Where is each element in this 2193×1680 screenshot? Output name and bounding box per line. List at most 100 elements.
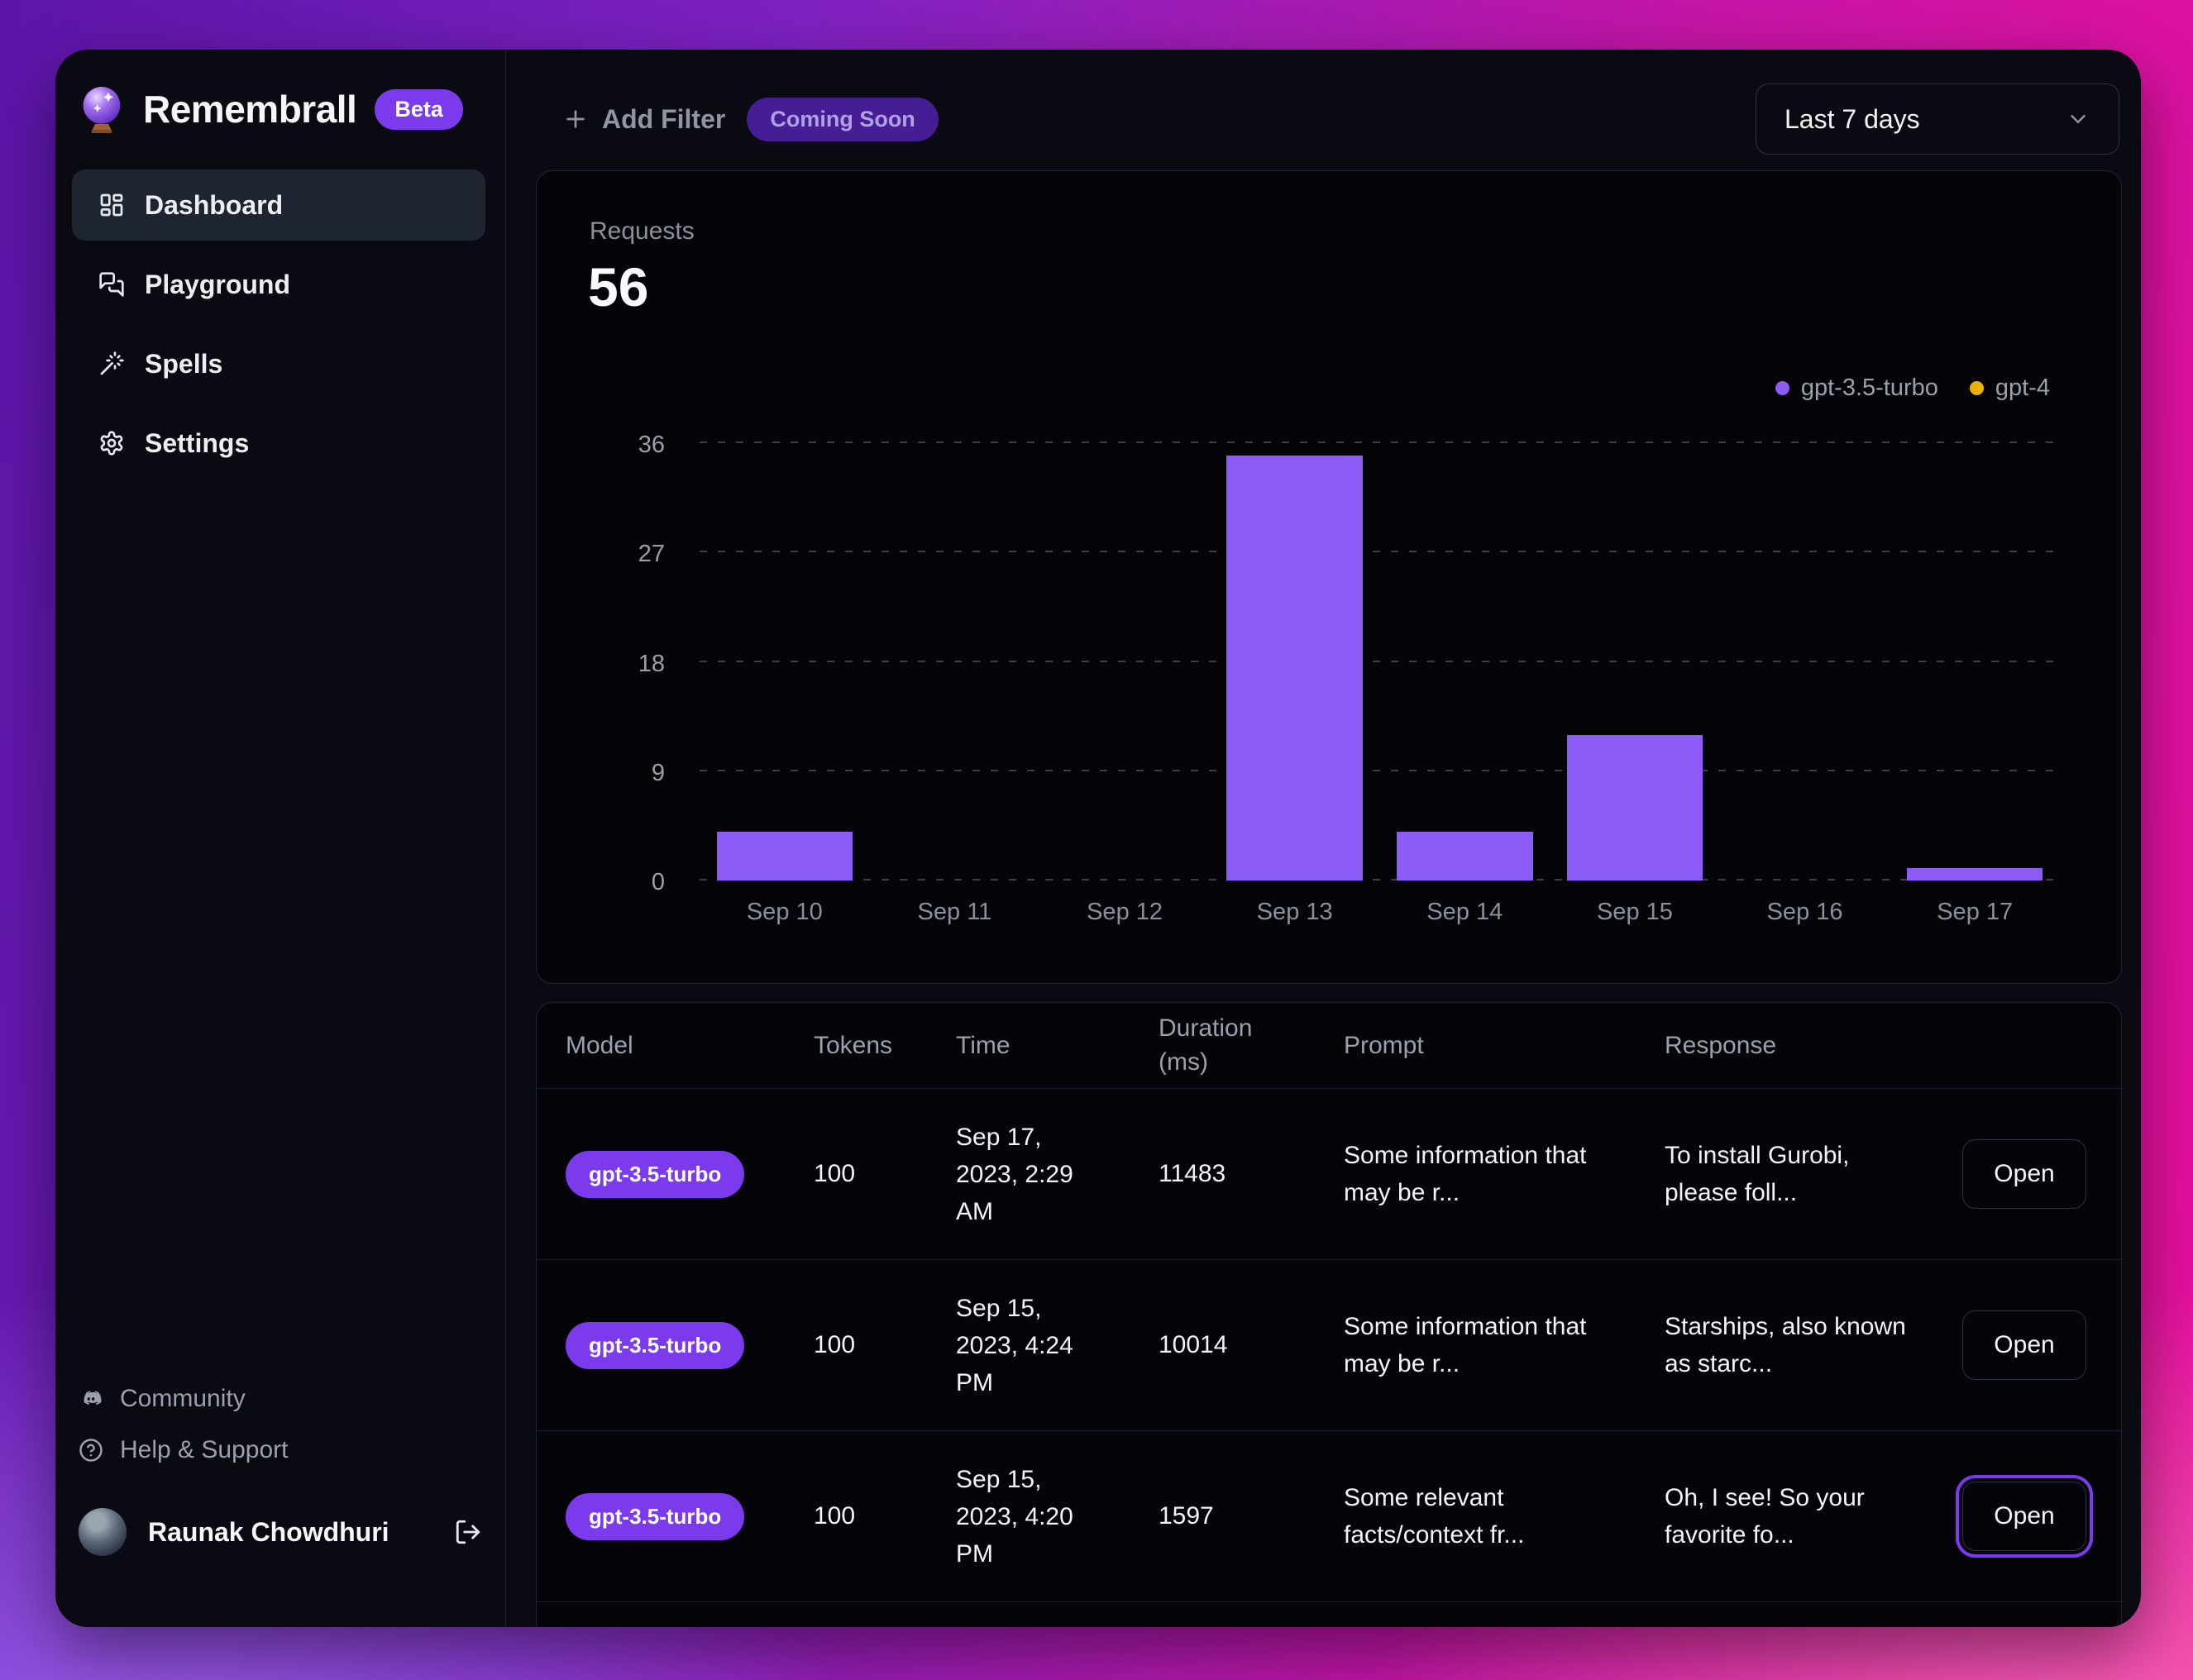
legend-label: gpt-3.5-turbo bbox=[1800, 375, 1938, 401]
y-axis-tick: 0 bbox=[651, 869, 665, 895]
table-row: gpt-3.5-turbo 100 Sep 17, 2023, 2:29 AM … bbox=[537, 1089, 2121, 1260]
y-axis-tick: 27 bbox=[638, 541, 665, 568]
table-header: Model Tokens Time Duration (ms) Prompt R… bbox=[537, 1003, 2121, 1089]
bar-chart-plot: 0 9 18 27 36 bbox=[638, 432, 2060, 895]
user-profile[interactable]: Raunak Chowdhuri bbox=[79, 1508, 482, 1556]
legend-dot-yellow bbox=[1969, 381, 1984, 395]
add-filter-label: Add Filter bbox=[602, 103, 726, 134]
legend-dot-purple bbox=[1775, 381, 1789, 395]
table-row: gpt-3.5-turbo 100 Sep 15, 2023, 4:24 PM … bbox=[537, 1260, 2121, 1431]
legend-label: gpt-4 bbox=[1995, 375, 2050, 401]
help-support-label: Help & Support bbox=[120, 1436, 289, 1463]
response-cell: Oh, I see! So your favorite fo... bbox=[1665, 1484, 1865, 1549]
date-range-value: Last 7 days bbox=[1784, 103, 1920, 134]
add-filter-button[interactable]: Add Filter bbox=[562, 104, 725, 135]
bar-slot bbox=[1720, 443, 1890, 881]
app-title: Remembrall bbox=[143, 88, 357, 131]
response-cell: Starships, also known as starc... bbox=[1665, 1313, 1906, 1377]
bars bbox=[700, 443, 2060, 881]
open-button[interactable]: Open bbox=[1962, 1139, 2086, 1209]
duration-cell: 1597 bbox=[1159, 1502, 1214, 1530]
settings-gear-icon bbox=[98, 430, 125, 456]
chart-legend: gpt-3.5-turbo gpt-4 bbox=[1775, 375, 2050, 402]
bar-slot bbox=[700, 443, 870, 881]
sidebar-item-dashboard[interactable]: Dashboard bbox=[72, 169, 485, 241]
bar-slot bbox=[1210, 443, 1380, 881]
community-label: Community bbox=[120, 1385, 246, 1412]
crystal-ball-logo bbox=[79, 84, 125, 135]
bar-slot bbox=[1550, 443, 1720, 881]
legend-item-gpt-4: gpt-4 bbox=[1969, 375, 2050, 402]
sidebar-footer-links: Community Help & Support bbox=[79, 1376, 288, 1473]
coming-soon-badge: Coming Soon bbox=[747, 97, 939, 141]
spells-wand-icon bbox=[98, 351, 125, 377]
y-axis-tick: 18 bbox=[638, 650, 665, 677]
sidebar-item-label: Dashboard bbox=[145, 189, 284, 220]
time-cell: Sep 15, 2023, 4:24 PM bbox=[956, 1294, 1073, 1396]
dashboard-icon bbox=[98, 192, 125, 218]
time-cell: Sep 15, 2023, 4:20 PM bbox=[956, 1465, 1073, 1568]
sidebar: Remembrall Beta Dashboard Playground Spe… bbox=[55, 50, 506, 1627]
help-circle-icon bbox=[79, 1438, 103, 1463]
column-header-time: Time bbox=[956, 1031, 1010, 1059]
prompt-cell: Some information that may be r... bbox=[1344, 1142, 1587, 1206]
tokens-cell: 100 bbox=[814, 1331, 856, 1358]
x-axis-tick: Sep 15 bbox=[1596, 899, 1673, 925]
duration-cell: 11483 bbox=[1159, 1160, 1226, 1187]
sidebar-item-playground[interactable]: Playground bbox=[72, 249, 485, 320]
bar bbox=[1566, 734, 1703, 881]
table-row: gpt-3.5-turbo 100 Sep 15, 2023, 4:20 PM … bbox=[537, 1431, 2121, 1602]
model-badge: gpt-3.5-turbo bbox=[566, 1321, 745, 1369]
x-axis-tick: Sep 17 bbox=[1937, 899, 2014, 925]
column-header-model: Model bbox=[566, 1031, 633, 1059]
prompt-cell: Some relevant facts/context fr... bbox=[1344, 1484, 1525, 1549]
response-cell: To install Gurobi, please foll... bbox=[1665, 1142, 1850, 1206]
date-range-select[interactable]: Last 7 days bbox=[1756, 84, 2119, 155]
prompt-cell: Some information that may be r... bbox=[1344, 1313, 1587, 1377]
x-axis-tick: Sep 12 bbox=[1087, 899, 1163, 925]
bar-slot bbox=[1380, 443, 1550, 881]
requests-metric-label: Requests bbox=[590, 217, 695, 245]
avatar bbox=[79, 1508, 127, 1556]
column-header-tokens: Tokens bbox=[814, 1031, 893, 1059]
column-header-response: Response bbox=[1665, 1031, 1777, 1059]
model-badge: gpt-3.5-turbo bbox=[566, 1492, 745, 1540]
bar-slot bbox=[870, 443, 1040, 881]
y-axis-tick: 9 bbox=[651, 759, 665, 786]
requests-metric-value: 56 bbox=[588, 256, 649, 317]
x-axis-labels: Sep 10 Sep 11 Sep 12 Sep 13 Sep 14 Sep 1… bbox=[700, 899, 2060, 926]
bar bbox=[716, 832, 853, 881]
duration-cell: 10014 bbox=[1159, 1331, 1228, 1358]
tokens-cell: 100 bbox=[814, 1502, 856, 1530]
sidebar-item-spells[interactable]: Spells bbox=[72, 328, 485, 399]
legend-item-gpt-35-turbo: gpt-3.5-turbo bbox=[1775, 375, 1938, 402]
requests-table-card: Model Tokens Time Duration (ms) Prompt R… bbox=[536, 1002, 2122, 1627]
x-axis-tick: Sep 16 bbox=[1766, 899, 1843, 925]
x-axis-tick: Sep 10 bbox=[746, 899, 823, 925]
filter-bar: Add Filter Coming Soon bbox=[562, 93, 939, 145]
open-button-focused[interactable]: Open bbox=[1956, 1475, 2093, 1558]
app-window: Remembrall Beta Dashboard Playground Spe… bbox=[55, 50, 2141, 1627]
sidebar-item-settings[interactable]: Settings bbox=[72, 408, 485, 479]
beta-badge: Beta bbox=[375, 88, 463, 130]
playground-chat-icon bbox=[98, 271, 125, 298]
model-badge: gpt-3.5-turbo bbox=[566, 1150, 745, 1198]
logout-icon[interactable] bbox=[454, 1518, 482, 1546]
user-name: Raunak Chowdhuri bbox=[148, 1516, 389, 1547]
bar bbox=[1226, 455, 1363, 881]
sidebar-nav: Dashboard Playground Spells Settings bbox=[72, 169, 485, 479]
help-support-link[interactable]: Help & Support bbox=[79, 1427, 288, 1473]
discord-icon bbox=[79, 1386, 103, 1411]
sidebar-item-label: Spells bbox=[145, 348, 223, 379]
bar bbox=[1906, 868, 2043, 881]
chevron-down-icon bbox=[2066, 107, 2090, 131]
bar-slot bbox=[1039, 443, 1210, 881]
sidebar-item-label: Settings bbox=[145, 427, 250, 458]
y-axis-tick: 36 bbox=[638, 432, 665, 458]
column-header-prompt: Prompt bbox=[1344, 1031, 1424, 1059]
community-link[interactable]: Community bbox=[79, 1376, 288, 1422]
open-button[interactable]: Open bbox=[1962, 1310, 2086, 1380]
x-axis-tick: Sep 11 bbox=[917, 899, 992, 925]
bar-slot bbox=[1890, 443, 2060, 881]
x-axis-tick: Sep 14 bbox=[1426, 899, 1503, 925]
